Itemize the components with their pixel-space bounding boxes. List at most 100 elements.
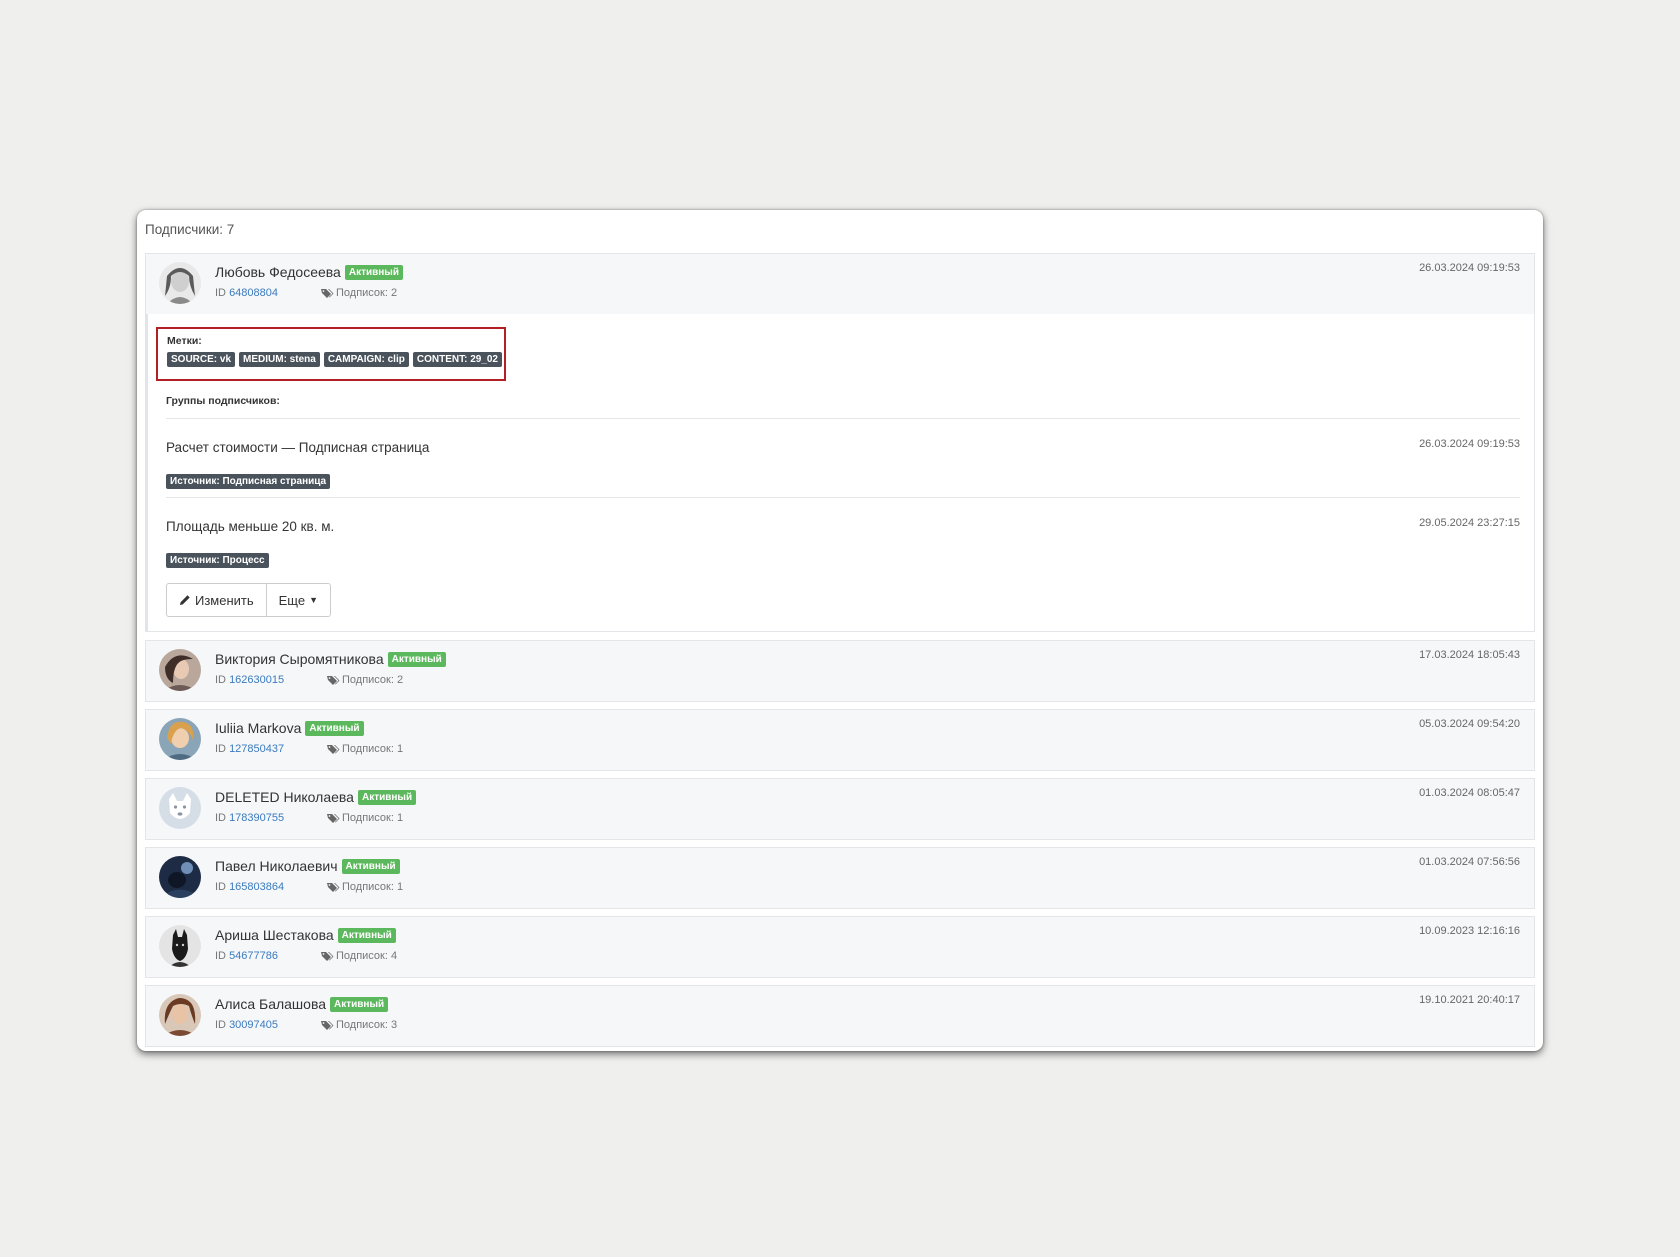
subscribers-panel: Подписчики: 7 Любовь Федосеева Активный … bbox=[137, 210, 1543, 1051]
status-badge: Активный bbox=[344, 264, 403, 280]
group-name: Расчет стоимости — Подписная страница bbox=[166, 440, 430, 455]
subscriber-name: Iuliia Markova bbox=[215, 720, 302, 736]
subscriptions-label: Подписок: 2 bbox=[342, 674, 404, 686]
subscribe-date: 26.03.2024 09:19:53 bbox=[1419, 262, 1520, 274]
tags-icon bbox=[327, 882, 340, 893]
subscriber-id-line: ID 165803864 bbox=[215, 881, 284, 893]
id-prefix: ID bbox=[215, 287, 226, 299]
subscriptions-label: Подписок: 1 bbox=[342, 881, 404, 893]
subscriber-name-line: Iuliia Markova Активный bbox=[215, 720, 364, 736]
avatar bbox=[159, 718, 201, 760]
subscriber-row[interactable]: Iuliia Markova Активный ID 127850437 Под… bbox=[145, 709, 1535, 771]
subscriber-row[interactable]: DELETED Николаева Активный ID 178390755 … bbox=[145, 778, 1535, 840]
avatar bbox=[159, 649, 201, 691]
group-source-label: Источник: Процесс bbox=[166, 553, 269, 568]
subscriptions-label: Подписок: 1 bbox=[342, 743, 404, 755]
subscribe-date: 19.10.2021 20:40:17 bbox=[1419, 994, 1520, 1006]
group-source-badge: Источник: Подписная страница bbox=[166, 471, 331, 489]
subscriptions-count: Подписок: 2 bbox=[321, 287, 397, 299]
subscribe-date: 17.03.2024 18:05:43 bbox=[1419, 649, 1520, 661]
subscriptions-count: Подписок: 1 bbox=[327, 812, 403, 824]
subscriber-id-link[interactable]: 54677786 bbox=[229, 950, 278, 962]
subscriptions-label: Подписок: 3 bbox=[336, 1019, 398, 1031]
subscriptions-count: Подписок: 1 bbox=[327, 881, 403, 893]
utm-label: CAMPAIGN: clip bbox=[323, 352, 409, 367]
subscriber-name: Алиса Балашова bbox=[215, 996, 327, 1012]
subscriptions-count: Подписок: 2 bbox=[327, 674, 403, 686]
subscriber-row[interactable]: Виктория Сыромятникова Активный ID 16263… bbox=[145, 640, 1535, 702]
utm-label: CONTENT: 29_02 bbox=[412, 352, 502, 367]
labels-list: SOURCE: vk MEDIUM: stena CAMPAIGN: clip … bbox=[167, 352, 502, 367]
subscriber-id-line: ID 54677786 bbox=[215, 950, 278, 962]
subscriber-row[interactable]: Любовь Федосеева Активный ID 64808804 По… bbox=[145, 253, 1535, 315]
subscriber-id-line: ID 30097405 bbox=[215, 1019, 278, 1031]
group-date: 29.05.2024 23:27:15 bbox=[1419, 517, 1520, 529]
id-prefix: ID bbox=[215, 950, 226, 962]
tags-icon bbox=[327, 813, 340, 824]
subscriber-name: Любовь Федосеева bbox=[215, 264, 341, 280]
subscriber-id-link[interactable]: 64808804 bbox=[229, 287, 278, 299]
subscriber-row[interactable]: Ариша Шестакова Активный ID 54677786 Под… bbox=[145, 916, 1535, 978]
deleted-dog-icon bbox=[159, 787, 201, 829]
edit-button-label: Изменить bbox=[195, 592, 254, 608]
subscriber-name: Виктория Сыромятникова bbox=[215, 651, 384, 667]
subscribe-date: 05.03.2024 09:54:20 bbox=[1419, 718, 1520, 730]
group-source-label: Источник: Подписная страница bbox=[166, 474, 331, 489]
utm-label: SOURCE: vk bbox=[167, 352, 236, 367]
status-badge: Активный bbox=[330, 996, 389, 1012]
subscriber-id-line: ID 162630015 bbox=[215, 674, 284, 686]
tags-icon bbox=[321, 1020, 334, 1031]
caret-down-icon: ▼ bbox=[309, 595, 319, 605]
more-button-label: Еще bbox=[278, 592, 306, 608]
avatar bbox=[159, 925, 201, 967]
subscriber-id-link[interactable]: 127850437 bbox=[229, 743, 284, 755]
subscribe-date: 01.03.2024 08:05:47 bbox=[1419, 787, 1520, 799]
subscriber-name-line: Алиса Балашова Активный bbox=[215, 996, 389, 1012]
subscriber-name-line: DELETED Николаева Активный bbox=[215, 789, 417, 805]
subscriber-name-line: Виктория Сыромятникова Активный bbox=[215, 651, 446, 667]
status-badge: Активный bbox=[305, 720, 364, 736]
utm-label: MEDIUM: stena bbox=[239, 352, 320, 367]
subscriber-row[interactable]: Алиса Балашова Активный ID 30097405 Подп… bbox=[145, 985, 1535, 1047]
more-dropdown-button[interactable]: Еще ▼ bbox=[265, 584, 330, 616]
subscriber-id-line: ID 127850437 bbox=[215, 743, 284, 755]
subscriber-row[interactable]: Павел Николаевич Активный ID 165803864 П… bbox=[145, 847, 1535, 909]
subscriber-id-link[interactable]: 178390755 bbox=[229, 812, 284, 824]
subscriber-id-line: ID 64808804 bbox=[215, 287, 278, 299]
subscriber-name: Павел Николаевич bbox=[215, 858, 338, 874]
status-badge: Активный bbox=[337, 927, 396, 943]
avatar bbox=[159, 994, 201, 1036]
divider bbox=[166, 497, 1520, 498]
group-date: 26.03.2024 09:19:53 bbox=[1419, 438, 1520, 450]
status-badge: Активный bbox=[341, 858, 400, 874]
groups-title: Группы подписчиков: bbox=[166, 395, 280, 407]
subscriber-details: Метки: SOURCE: vk MEDIUM: stena CAMPAIGN… bbox=[145, 314, 1535, 632]
id-prefix: ID bbox=[215, 743, 226, 755]
tags-icon bbox=[321, 951, 334, 962]
subscriber-id-link[interactable]: 30097405 bbox=[229, 1019, 278, 1031]
status-badge: Активный bbox=[387, 651, 446, 667]
pencil-icon bbox=[179, 594, 195, 606]
subscriber-name: Ариша Шестакова bbox=[215, 927, 334, 943]
subscriber-name: DELETED Николаева bbox=[215, 789, 354, 805]
subscriptions-count: Подписок: 1 bbox=[327, 743, 403, 755]
group-source-badge: Источник: Процесс bbox=[166, 550, 269, 568]
tags-icon bbox=[327, 675, 340, 686]
group-name: Площадь меньше 20 кв. м. bbox=[166, 519, 335, 534]
subscriptions-label: Подписок: 4 bbox=[336, 950, 398, 962]
subscriptions-count: Подписок: 4 bbox=[321, 950, 397, 962]
tags-icon bbox=[321, 288, 334, 299]
id-prefix: ID bbox=[215, 674, 226, 686]
subscriber-id-link[interactable]: 162630015 bbox=[229, 674, 284, 686]
labels-title: Метки: bbox=[167, 335, 202, 347]
tags-icon bbox=[327, 744, 340, 755]
edit-button[interactable]: Изменить bbox=[167, 584, 266, 616]
subscriber-id-link[interactable]: 165803864 bbox=[229, 881, 284, 893]
id-prefix: ID bbox=[215, 881, 226, 893]
divider bbox=[166, 418, 1520, 419]
subscriptions-label: Подписок: 2 bbox=[336, 287, 398, 299]
subscriber-id-line: ID 178390755 bbox=[215, 812, 284, 824]
panel-heading: Подписчики: 7 bbox=[145, 222, 235, 237]
subscriber-name-line: Любовь Федосеева Активный bbox=[215, 264, 403, 280]
avatar bbox=[159, 787, 201, 829]
